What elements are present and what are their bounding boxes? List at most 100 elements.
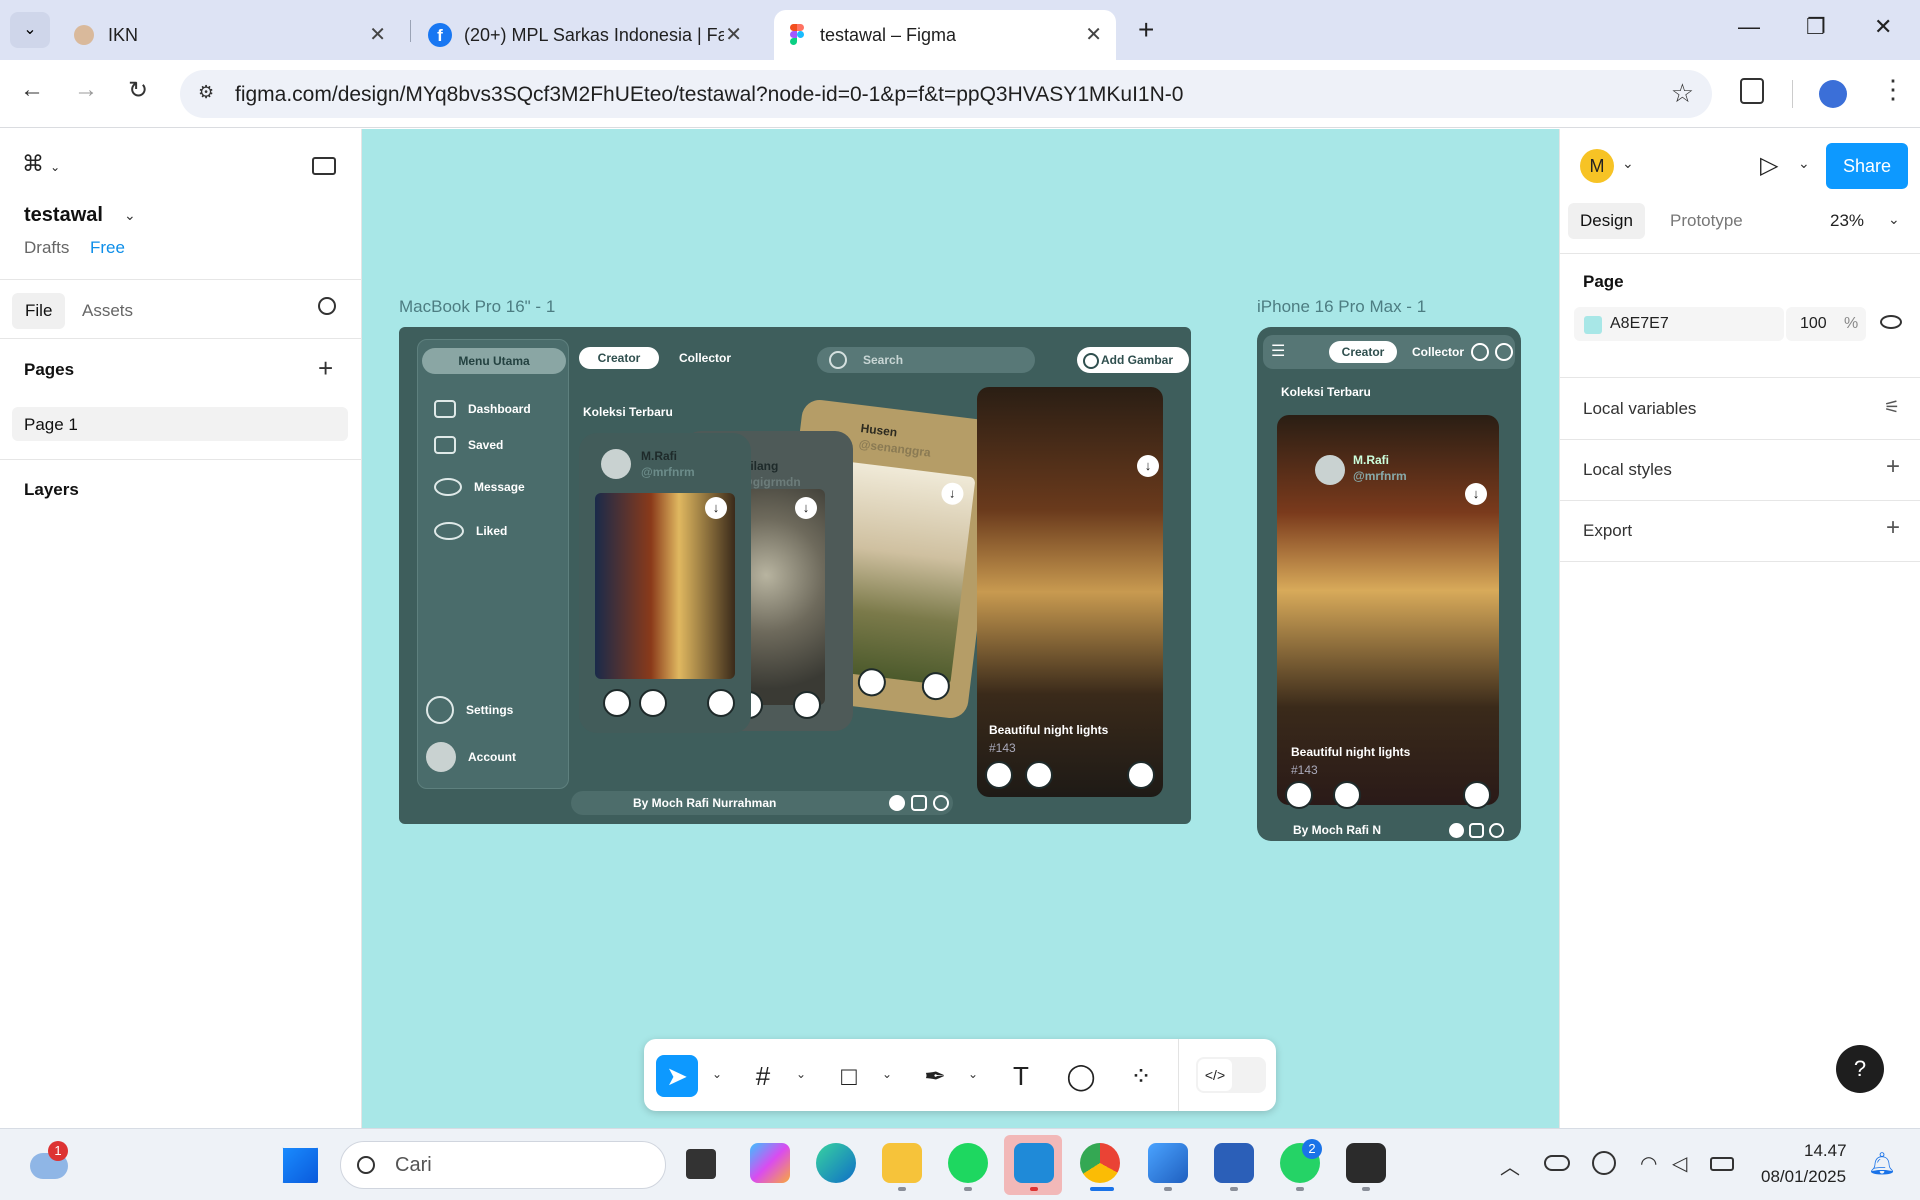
search-placeholder: Search bbox=[863, 353, 904, 367]
notification-bell-icon[interactable]: 🔔︎ bbox=[1868, 1151, 1896, 1177]
page-color-field[interactable]: A8E7E7 bbox=[1574, 307, 1784, 341]
chevron-down-icon[interactable]: ⌄ bbox=[1622, 155, 1634, 172]
chevron-down-icon[interactable]: ⌄ bbox=[712, 1067, 722, 1081]
forward-icon[interactable]: → bbox=[74, 76, 98, 104]
local-variables-row[interactable]: Local variables bbox=[1583, 399, 1696, 419]
task-view-icon[interactable] bbox=[686, 1149, 716, 1179]
chevron-down-icon[interactable]: ⌄ bbox=[882, 1067, 892, 1081]
share-button[interactable]: Share bbox=[1826, 143, 1908, 189]
user-avatar[interactable]: M bbox=[1580, 149, 1614, 183]
drafts-link[interactable]: Drafts bbox=[24, 238, 69, 258]
facebook-icon bbox=[889, 795, 905, 811]
toggle-sidebar-icon[interactable] bbox=[312, 157, 336, 175]
file-explorer-icon[interactable] bbox=[882, 1143, 922, 1183]
clock-time[interactable]: 14.47 bbox=[1804, 1141, 1847, 1161]
chrome-icon[interactable] bbox=[1080, 1143, 1120, 1183]
opacity-value[interactable]: 100 bbox=[1800, 315, 1827, 333]
close-tab-icon[interactable]: ✕ bbox=[1085, 22, 1102, 47]
color-hex[interactable]: A8E7E7 bbox=[1610, 315, 1669, 333]
resources-tool-icon[interactable]: ⁘ bbox=[1120, 1055, 1162, 1097]
divider bbox=[1560, 561, 1920, 562]
plan-badge[interactable]: Free bbox=[90, 238, 125, 258]
vscode-icon[interactable] bbox=[1014, 1143, 1054, 1183]
macbook-frame[interactable]: Menu Utama Dashboard Saved Message Liked… bbox=[399, 327, 1191, 824]
page-item[interactable]: Page 1 bbox=[12, 407, 348, 441]
color-swatch[interactable] bbox=[1584, 316, 1602, 334]
add-export-icon[interactable]: + bbox=[1886, 514, 1900, 542]
iphone-frame[interactable]: ☰ Creator Collector Koleksi Terbaru M.Ra… bbox=[1257, 327, 1521, 841]
back-icon[interactable]: ← bbox=[20, 76, 44, 104]
iphone-frame-label[interactable]: iPhone 16 Pro Max - 1 bbox=[1257, 297, 1426, 317]
restore-icon[interactable]: ❐ bbox=[1806, 14, 1826, 40]
zoom-level[interactable]: 23% bbox=[1830, 211, 1864, 231]
main-menu-button[interactable]: ⌘ ⌄ bbox=[22, 151, 60, 177]
terminal-icon[interactable] bbox=[1346, 1143, 1386, 1183]
bookmark-star-icon[interactable]: ☆ bbox=[1671, 78, 1694, 109]
search-icon[interactable] bbox=[318, 297, 336, 315]
dev-mode-toggle[interactable]: </> bbox=[1196, 1057, 1266, 1093]
add-style-icon[interactable]: + bbox=[1886, 453, 1900, 481]
present-icon[interactable]: ▷ bbox=[1760, 151, 1778, 180]
battery-icon[interactable] bbox=[1710, 1157, 1734, 1171]
site-info-icon[interactable]: ⚙ bbox=[198, 82, 214, 103]
running-indicator bbox=[1230, 1187, 1238, 1191]
featured-card: Beautiful night lights #143 ↓ bbox=[977, 387, 1163, 797]
tab-file[interactable]: File bbox=[12, 293, 66, 329]
windows-start-icon[interactable] bbox=[282, 1147, 318, 1183]
mac-frame-label[interactable]: MacBook Pro 16" - 1 bbox=[399, 297, 555, 317]
sync-icon[interactable] bbox=[1592, 1151, 1616, 1175]
chevron-down-icon[interactable]: ⌄ bbox=[796, 1067, 806, 1081]
tab-ikn[interactable]: IKN ✕ bbox=[60, 10, 400, 60]
file-name-chevron-icon[interactable]: ⌄ bbox=[124, 207, 136, 224]
omnibox[interactable]: ⚙ figma.com/design/MYq8bvs3SQcf3M2FhUEte… bbox=[180, 70, 1712, 118]
taskbar-search-box[interactable]: Cari bbox=[340, 1141, 666, 1189]
visibility-eye-icon[interactable] bbox=[1880, 315, 1902, 329]
url-text[interactable]: figma.com/design/MYq8bvs3SQcf3M2FhUEteo/… bbox=[235, 83, 1183, 107]
ikn-favicon bbox=[74, 25, 94, 45]
close-tab-icon[interactable]: ✕ bbox=[369, 22, 386, 47]
extensions-icon[interactable] bbox=[1740, 78, 1764, 104]
comment-tool-icon[interactable]: ◯ bbox=[1060, 1055, 1102, 1097]
add-page-icon[interactable]: + bbox=[318, 353, 333, 384]
file-name[interactable]: testawal bbox=[24, 204, 103, 227]
new-tab-button[interactable]: + bbox=[1138, 14, 1154, 46]
chevron-down-icon[interactable]: ⌄ bbox=[1888, 211, 1900, 228]
move-tool-icon[interactable]: ➤ bbox=[656, 1055, 698, 1097]
volume-icon[interactable]: ◁ bbox=[1672, 1151, 1687, 1176]
edge-icon[interactable] bbox=[816, 1143, 856, 1183]
pen-tool-icon[interactable]: ✒ bbox=[914, 1055, 956, 1097]
reload-icon[interactable]: ↻ bbox=[128, 76, 148, 105]
tab-search-button[interactable]: ⌄ bbox=[10, 12, 50, 48]
tab-figma[interactable]: testawal – Figma ✕ bbox=[774, 10, 1116, 60]
export-row[interactable]: Export bbox=[1583, 521, 1632, 541]
spotify-icon[interactable] bbox=[948, 1143, 988, 1183]
minimize-icon[interactable]: — bbox=[1738, 14, 1760, 40]
chevron-up-icon[interactable]: ︿ bbox=[1500, 1151, 1520, 1180]
wifi-icon[interactable]: ◠ bbox=[1640, 1151, 1657, 1176]
profile-avatar[interactable] bbox=[1819, 80, 1847, 108]
local-styles-row[interactable]: Local styles bbox=[1583, 460, 1672, 480]
close-window-icon[interactable]: ✕ bbox=[1874, 14, 1892, 40]
photos-icon[interactable] bbox=[1148, 1143, 1188, 1183]
onedrive-icon[interactable] bbox=[1544, 1155, 1570, 1171]
tab-design[interactable]: Design bbox=[1568, 203, 1645, 239]
frame-tool-icon[interactable]: # bbox=[742, 1055, 784, 1097]
opacity-field[interactable]: 100 % bbox=[1786, 307, 1866, 341]
more-menu-icon[interactable]: ⋮ bbox=[1880, 74, 1906, 105]
chevron-down-icon[interactable]: ⌄ bbox=[968, 1067, 978, 1081]
copilot-icon[interactable] bbox=[750, 1143, 790, 1183]
clock-date[interactable]: 08/01/2025 bbox=[1761, 1167, 1846, 1187]
help-button[interactable]: ? bbox=[1836, 1045, 1884, 1093]
rectangle-tool-icon[interactable]: □ bbox=[828, 1055, 870, 1097]
tab-mpl[interactable]: f (20+) MPL Sarkas Indonesia | Fa ✕ bbox=[416, 10, 756, 60]
variables-icon[interactable]: ⚟ bbox=[1884, 397, 1900, 418]
chevron-down-icon[interactable]: ⌄ bbox=[1798, 155, 1810, 172]
close-tab-icon[interactable]: ✕ bbox=[725, 22, 742, 47]
divider bbox=[0, 338, 362, 339]
instagram-icon bbox=[911, 795, 927, 811]
text-tool-icon[interactable]: T bbox=[1000, 1055, 1042, 1097]
tab-prototype[interactable]: Prototype bbox=[1670, 211, 1743, 231]
word-icon[interactable] bbox=[1214, 1143, 1254, 1183]
pages-title: Pages bbox=[24, 360, 75, 379]
tab-assets[interactable]: Assets bbox=[82, 301, 133, 321]
